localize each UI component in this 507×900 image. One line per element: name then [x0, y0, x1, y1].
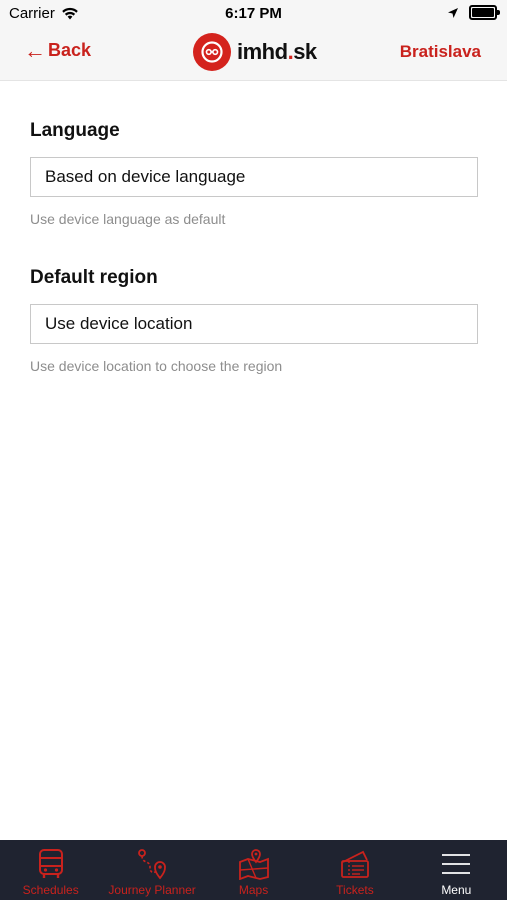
- language-helper: Use device language as default: [30, 211, 226, 227]
- tab-maps-label: Maps: [238, 883, 269, 897]
- tab-tickets[interactable]: Tickets: [304, 840, 405, 900]
- map-icon: [238, 849, 269, 880]
- tab-journey-planner-label: Journey Planner: [108, 883, 196, 897]
- language-select[interactable]: Based on device language: [30, 157, 478, 197]
- language-select-value: Based on device language: [45, 167, 246, 186]
- tab-schedules-label: Schedules: [22, 883, 79, 897]
- bus-icon: [38, 849, 63, 878]
- back-button[interactable]: ← Back: [24, 37, 92, 63]
- region-helper: Use device location to choose the region: [30, 358, 283, 374]
- status-right: [447, 5, 500, 20]
- logo-face-icon: [193, 33, 231, 71]
- imhd-logo: imhd.sk: [193, 33, 317, 71]
- ticket-icon: [341, 850, 369, 878]
- route-pin-icon: [138, 849, 167, 880]
- region-selector-button[interactable]: Bratislava: [400, 42, 481, 62]
- settings-content: Language Based on device language Use de…: [30, 80, 478, 374]
- tab-tickets-label: Tickets: [336, 883, 374, 897]
- tab-maps[interactable]: Maps: [203, 840, 304, 900]
- language-title: Language: [30, 120, 120, 141]
- region-title: Default region: [30, 267, 158, 288]
- navigation-bar: ← Back imhd.sk Bratislava: [0, 28, 507, 81]
- tab-schedules[interactable]: Schedules: [0, 840, 101, 900]
- hamburger-menu-icon: [442, 854, 471, 874]
- region-select[interactable]: Use device location: [30, 304, 478, 344]
- tab-bar: Schedules Journey Planner Maps Tickets M…: [0, 840, 507, 900]
- battery-icon: [469, 5, 500, 20]
- clock: 6:17 PM: [225, 5, 282, 22]
- back-arrow-icon: ←: [24, 37, 46, 63]
- region-select-value: Use device location: [45, 314, 193, 333]
- back-label: Back: [48, 40, 92, 60]
- tab-menu[interactable]: Menu: [406, 840, 507, 900]
- location-arrow-icon: [448, 7, 458, 18]
- tab-journey-planner[interactable]: Journey Planner: [101, 840, 202, 900]
- status-bar: Carrier 6:17 PM: [0, 0, 507, 28]
- tab-menu-label: Menu: [441, 883, 472, 897]
- logo-text: imhd.sk: [237, 39, 317, 64]
